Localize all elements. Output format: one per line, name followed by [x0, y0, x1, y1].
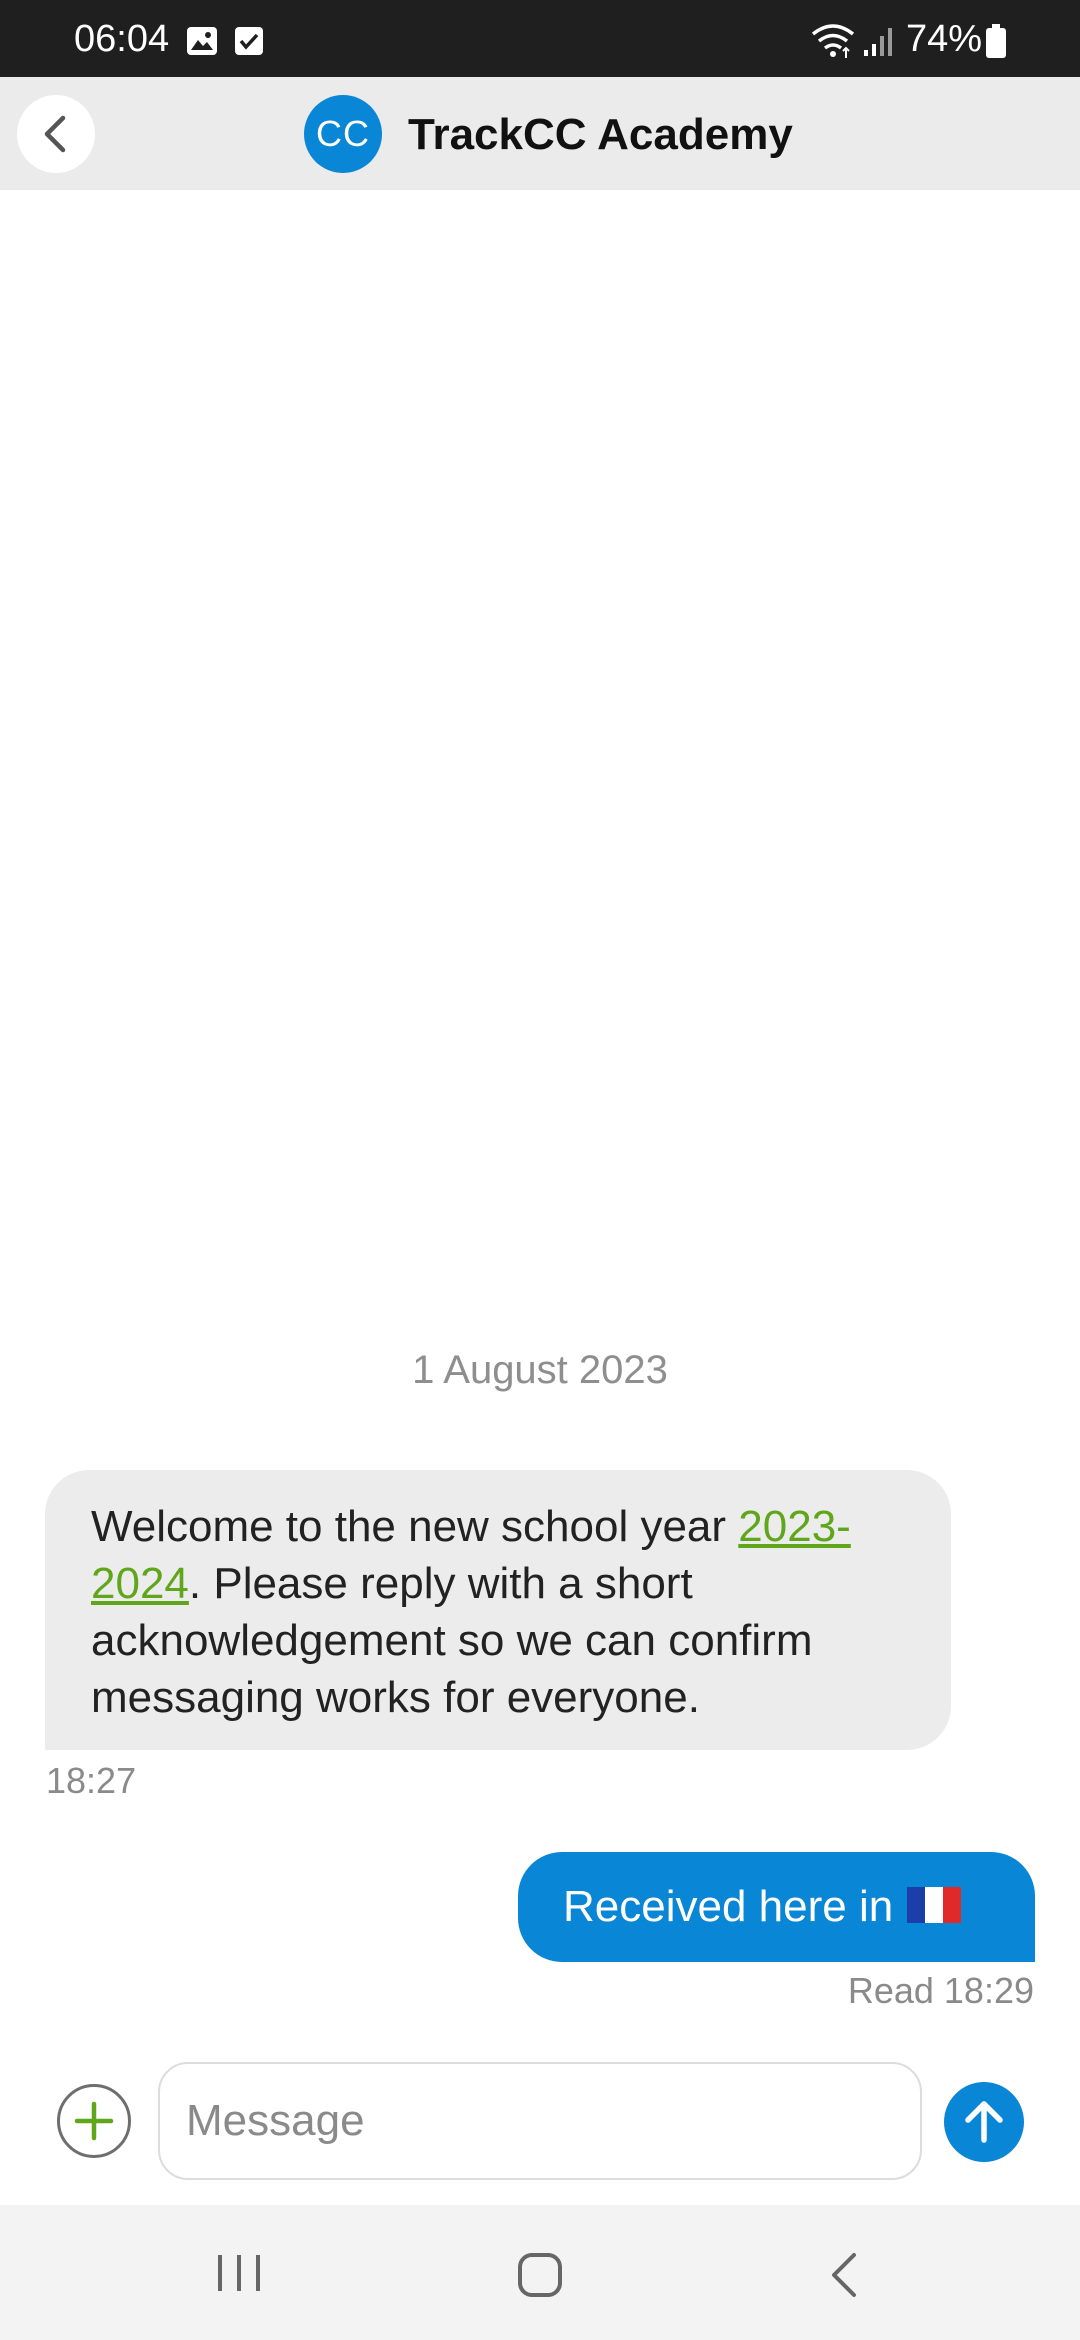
recents-icon[interactable] — [214, 2251, 264, 2295]
message-input[interactable] — [158, 2062, 922, 2180]
battery-icon — [986, 24, 1006, 58]
contact-name[interactable]: TrackCC Academy — [408, 110, 793, 160]
message-text: Welcome to the new school year — [91, 1502, 739, 1551]
incoming-message-time: 18:27 — [46, 1760, 137, 1801]
status-bar: 06:04 74% — [0, 0, 1080, 77]
arrow-up-icon — [965, 2101, 1003, 2143]
read-receipt: Read 18:29 — [847, 1970, 1034, 2011]
outgoing-message-text: Received here in — [563, 1882, 894, 1931]
send-button[interactable] — [944, 2082, 1024, 2162]
home-icon[interactable] — [516, 2251, 564, 2299]
message-text-continued: . Please reply with a short acknowledgem… — [91, 1559, 813, 1722]
system-navigation-bar — [0, 2205, 1080, 2340]
back-button[interactable] — [17, 95, 95, 173]
french-flag-icon — [907, 1887, 962, 1924]
composer — [0, 2040, 1080, 2205]
date-separator: 1 August 2023 — [412, 1348, 668, 1392]
chevron-left-icon — [44, 115, 66, 153]
conversation-header: CC TrackCC Academy — [0, 77, 1080, 190]
incoming-message-bubble[interactable]: Welcome to the new school year 2023-2024… — [45, 1470, 951, 1750]
gallery-notification-icon — [187, 27, 217, 55]
wifi-icon — [811, 24, 855, 58]
nav-back-icon[interactable] — [826, 2251, 862, 2299]
signal-icon — [864, 28, 892, 56]
avatar[interactable]: CC — [304, 95, 382, 173]
battery-percentage: 74% — [906, 18, 983, 60]
plus-icon — [74, 2101, 114, 2141]
outgoing-message-bubble[interactable]: Received here in — [518, 1852, 1035, 1962]
status-time: 06:04 — [74, 18, 170, 60]
checkbox-notification-icon — [235, 27, 263, 55]
attach-button[interactable] — [57, 2084, 131, 2158]
